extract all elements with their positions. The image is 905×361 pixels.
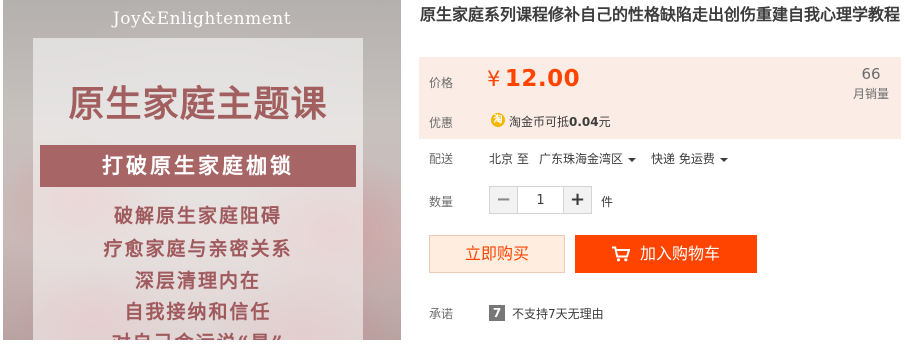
chevron-down-icon — [628, 157, 637, 162]
image-line-5: 对自己命运说“是” — [33, 328, 363, 340]
sales-label: 月销量 — [852, 87, 889, 101]
image-line-2: 疗愈家庭与亲密关系 — [103, 238, 293, 260]
quantity-row: 数量 − + 件 — [419, 186, 901, 214]
ship-from: 北京 至 — [489, 152, 529, 166]
image-brand-text: Joy&Enlightenment — [112, 9, 292, 29]
promise-row: 承诺 7 不支持7天无理由 — [419, 304, 901, 322]
seven-day-return-icon: 7 — [489, 305, 505, 321]
cart-icon — [611, 246, 630, 262]
price-label: 价格 — [429, 76, 454, 90]
discount-prefix: 淘金币可抵 — [509, 115, 570, 129]
quantity-label: 数量 — [429, 195, 454, 209]
ship-destination-select[interactable]: 广东珠海金湾区 — [539, 150, 637, 167]
promise-label: 承诺 — [429, 307, 454, 321]
ship-method-select[interactable]: 快递 免运费 — [651, 150, 728, 167]
chevron-down-icon — [719, 157, 728, 162]
decrement-button[interactable]: − — [490, 187, 517, 213]
price-amount: 12.00 — [504, 66, 581, 92]
add-to-cart-label: 加入购物车 — [639, 244, 720, 263]
currency-symbol: ¥ — [487, 67, 501, 91]
product-image[interactable]: Joy&Enlightenment 原生家庭主题课 打破原生家庭枷锁 破解原生家… — [3, 0, 401, 340]
ship-destination-text: 广东珠海金湾区 — [539, 152, 624, 166]
discount-label: 优惠 — [429, 116, 454, 130]
shipping-label: 配送 — [429, 152, 454, 166]
discount-suffix: 元 — [598, 115, 611, 129]
image-title: 原生家庭主题课 — [68, 83, 328, 125]
price-value: ¥12.00 — [487, 66, 580, 92]
quantity-unit: 件 — [601, 195, 614, 209]
discount-amount: 0.04 — [569, 115, 599, 129]
sales-count: 66 — [861, 65, 881, 83]
quantity-stepper: − + — [489, 186, 592, 214]
image-line-3: 深层清理内在 — [134, 270, 261, 292]
product-title: 原生家庭系列课程修补自己的性格缺陷走出创伤重建自我心理学教程 — [420, 5, 901, 24]
promise-text: 不支持7天无理由 — [512, 307, 604, 321]
monthly-sales: 66 月销量 — [853, 65, 889, 102]
increment-button[interactable]: + — [564, 187, 591, 213]
taobao-coin-icon: 淘 — [491, 113, 505, 127]
add-to-cart-button[interactable]: 加入购物车 — [575, 235, 757, 273]
quantity-input[interactable] — [517, 187, 564, 213]
buy-now-button[interactable]: 立即购买 — [429, 235, 565, 273]
ship-method-text: 快递 免运费 — [651, 152, 715, 166]
image-band: 打破原生家庭枷锁 — [40, 145, 356, 187]
discount-text: 淘金币可抵0.04元 — [509, 113, 611, 130]
shipping-row: 配送 北京 至 广东珠海金湾区 快递 免运费 — [419, 149, 901, 167]
image-line-4: 自我接纳和信任 — [124, 301, 272, 323]
image-line-1: 破解原生家庭阻碍 — [113, 205, 282, 227]
price-box: 价格 ¥12.00 66 月销量 优惠 淘 淘金币可抵0.04元 — [419, 57, 901, 139]
